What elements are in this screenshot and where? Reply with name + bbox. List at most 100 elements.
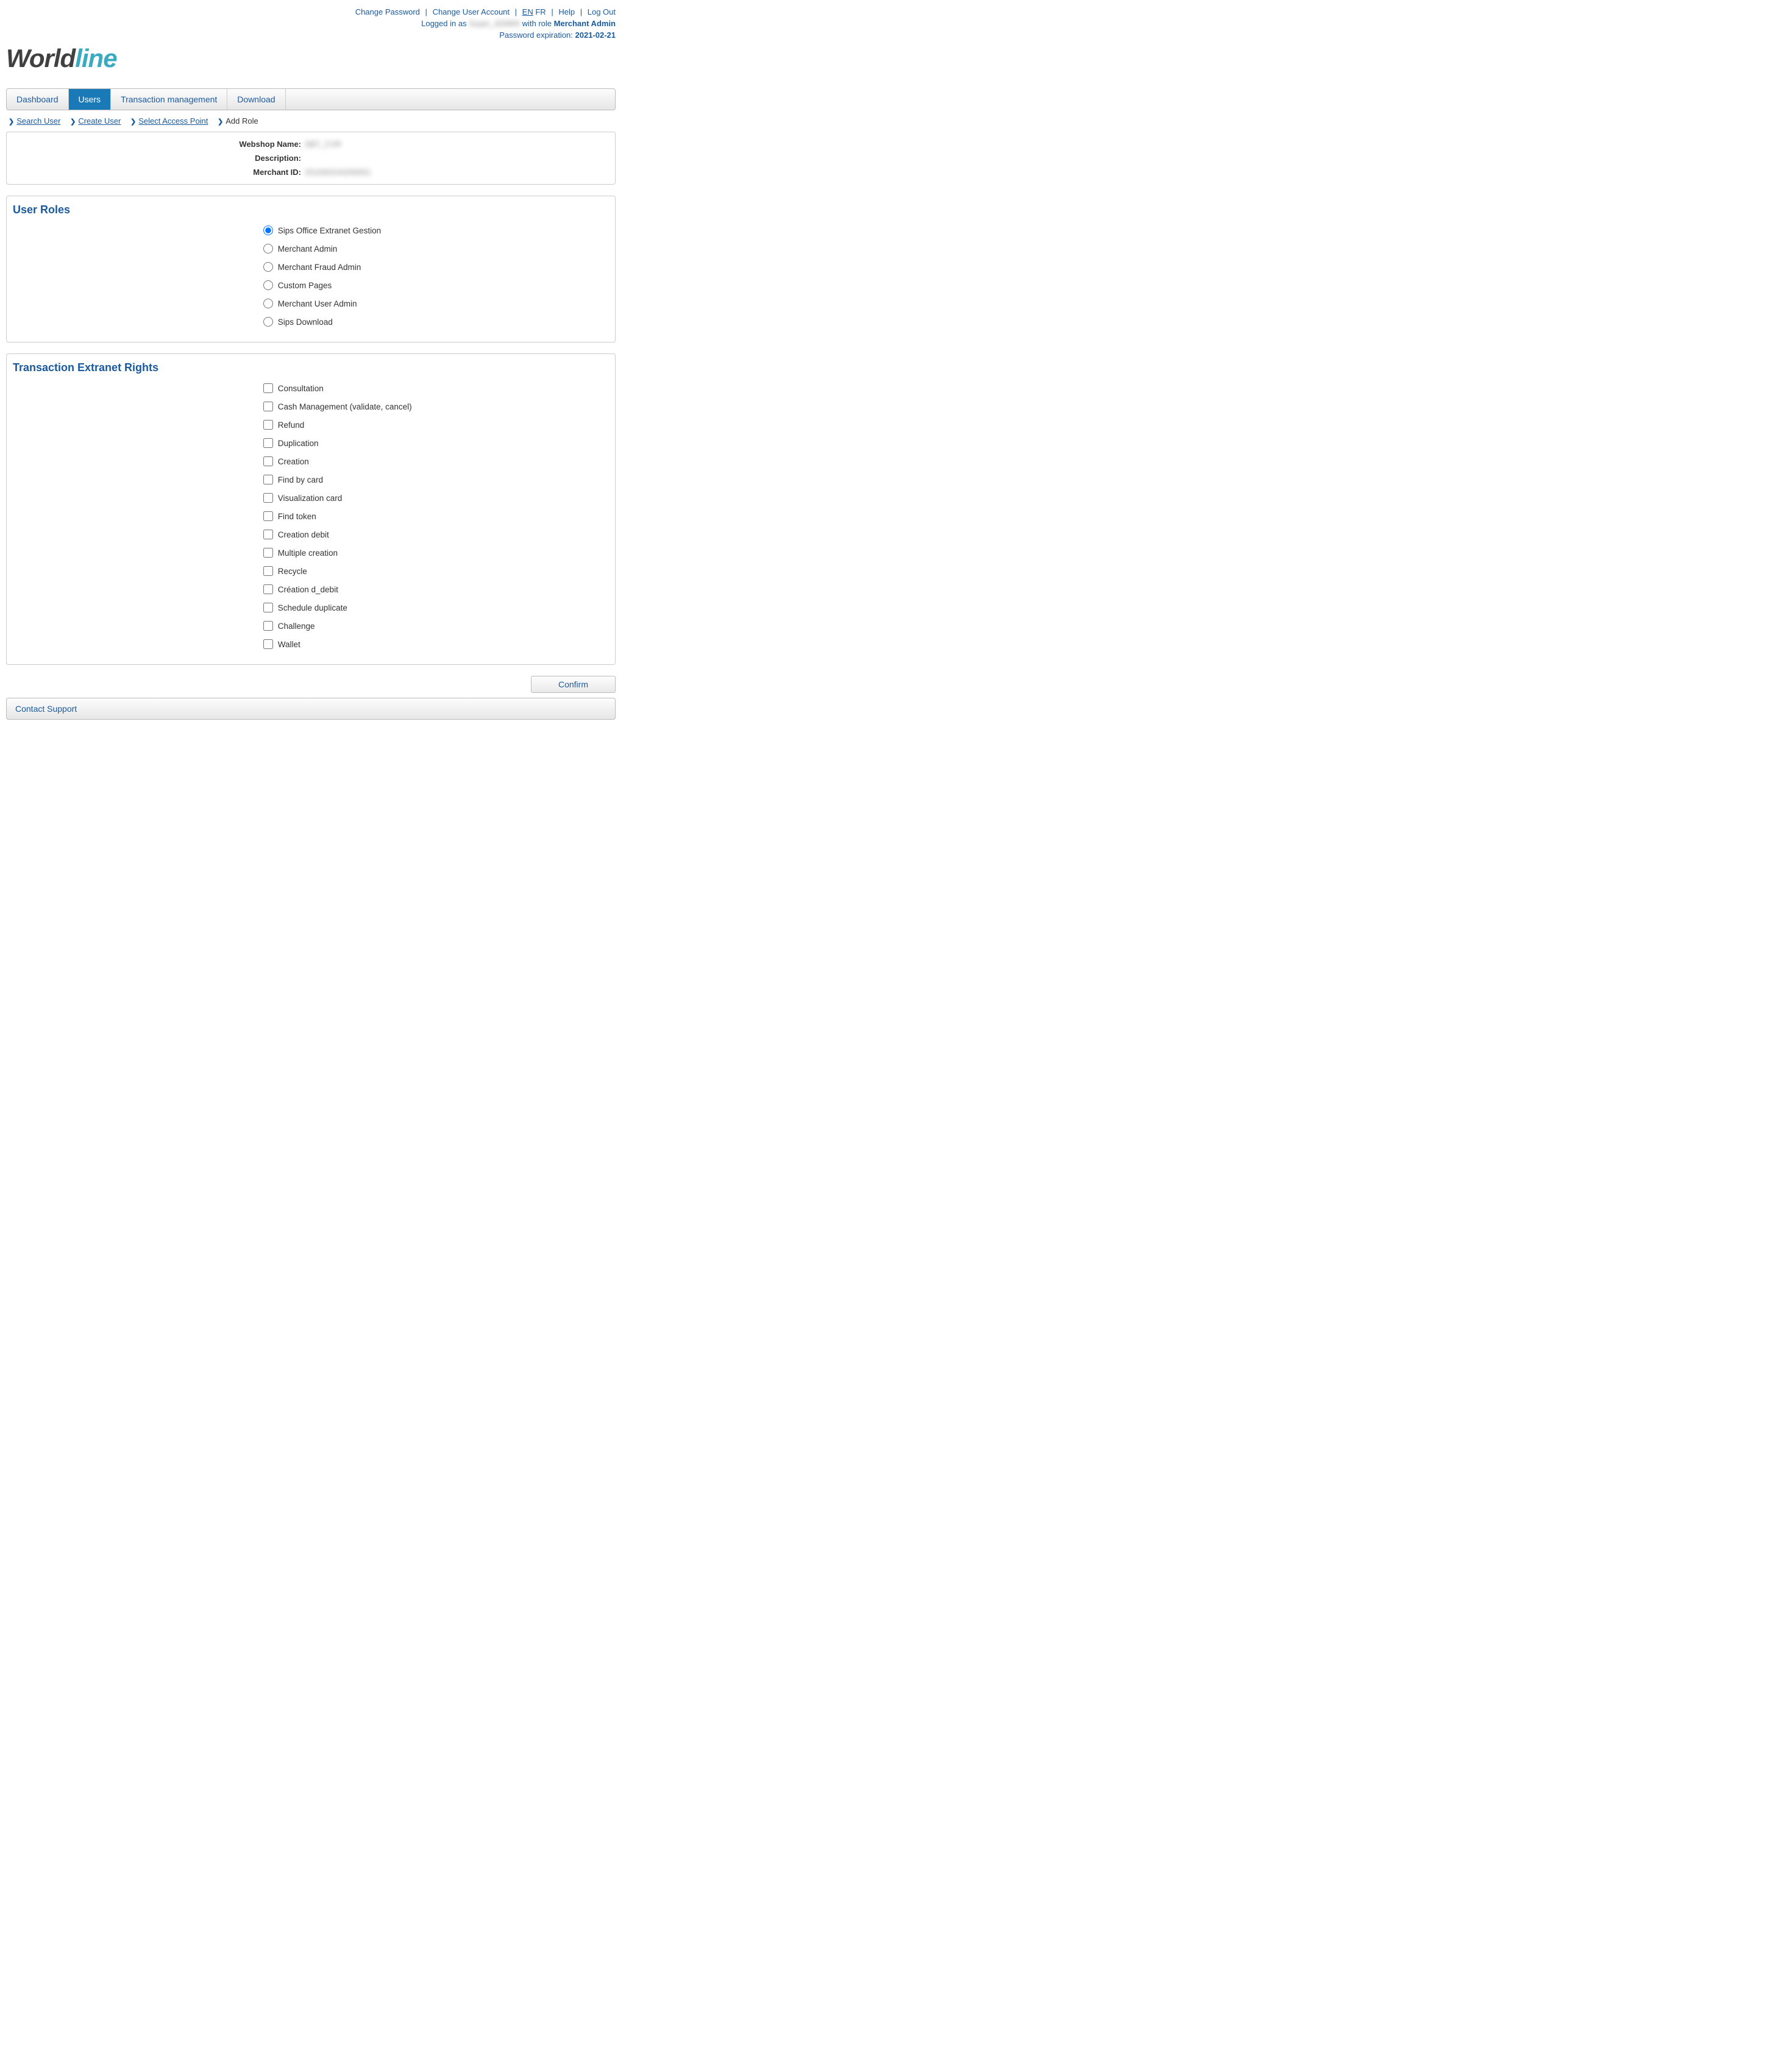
breadcrumb: ❯Search User ❯Create User ❯Select Access… <box>6 110 616 132</box>
logged-in-prefix: Logged in as <box>421 19 469 28</box>
merchant-id-label: Merchant ID: <box>7 168 305 177</box>
right-label[interactable]: Schedule duplicate <box>278 603 347 612</box>
right-option: Refund <box>263 416 609 434</box>
separator: | <box>425 7 427 16</box>
right-option: Recycle <box>263 562 609 580</box>
footer-bar: Contact Support <box>6 698 616 720</box>
right-checkbox[interactable] <box>263 548 273 558</box>
right-label[interactable]: Consultation <box>278 384 324 393</box>
right-checkbox[interactable] <box>263 584 273 594</box>
breadcrumb-create-user[interactable]: Create User <box>78 116 121 126</box>
separator: | <box>551 7 553 16</box>
right-checkbox[interactable] <box>263 621 273 631</box>
main-tabs: Dashboard Users Transaction management D… <box>6 88 616 110</box>
tab-transaction-management[interactable]: Transaction management <box>111 89 227 110</box>
right-label[interactable]: Find token <box>278 512 316 521</box>
role-label[interactable]: Sips Office Extranet Gestion <box>278 226 381 235</box>
right-label[interactable]: Wallet <box>278 640 300 649</box>
contact-support-link[interactable]: Contact Support <box>15 704 77 714</box>
logout-link[interactable]: Log Out <box>588 7 616 16</box>
right-label[interactable]: Multiple creation <box>278 548 338 558</box>
right-option: Find token <box>263 507 609 525</box>
right-checkbox[interactable] <box>263 639 273 649</box>
logged-in-mid: with role <box>520 19 554 28</box>
right-checkbox[interactable] <box>263 402 273 411</box>
role-label[interactable]: Merchant User Admin <box>278 299 357 308</box>
role-radio[interactable] <box>263 262 273 272</box>
confirm-button[interactable]: Confirm <box>531 676 616 693</box>
lang-fr-link[interactable]: FR <box>535 7 546 16</box>
right-checkbox[interactable] <box>263 420 273 430</box>
role-option: Sips Download <box>263 313 609 331</box>
role-radio[interactable] <box>263 280 273 290</box>
right-checkbox[interactable] <box>263 566 273 576</box>
right-option: Cash Management (validate, cancel) <box>263 397 609 416</box>
right-option: Consultation <box>263 379 609 397</box>
right-checkbox[interactable] <box>263 493 273 503</box>
chevron-right-icon: ❯ <box>70 118 76 126</box>
transaction-rights-panel: Transaction Extranet Rights Consultation… <box>6 353 616 665</box>
right-option: Creation debit <box>263 525 609 544</box>
right-checkbox[interactable] <box>263 383 273 393</box>
chevron-right-icon: ❯ <box>218 118 223 126</box>
role-label[interactable]: Merchant Fraud Admin <box>278 263 361 272</box>
right-label[interactable]: Creation debit <box>278 530 329 539</box>
tab-download[interactable]: Download <box>227 89 285 110</box>
pwd-exp-date: 2021-02-21 <box>575 30 616 40</box>
description-value <box>305 154 615 163</box>
role-radio[interactable] <box>263 244 273 254</box>
webshop-name-label: Webshop Name: <box>7 140 305 149</box>
tab-dashboard[interactable]: Dashboard <box>7 89 69 110</box>
right-option: Visualization card <box>263 489 609 507</box>
right-checkbox[interactable] <box>263 603 273 612</box>
right-label[interactable]: Création d_debit <box>278 585 338 594</box>
user-roles-title: User Roles <box>13 204 609 216</box>
breadcrumb-select-access-point[interactable]: Select Access Point <box>138 116 208 126</box>
description-label: Description: <box>7 154 305 163</box>
right-option: Multiple creation <box>263 544 609 562</box>
help-link[interactable]: Help <box>558 7 575 16</box>
transaction-rights-title: Transaction Extranet Rights <box>13 361 609 374</box>
right-label[interactable]: Find by card <box>278 475 323 484</box>
right-label[interactable]: Creation <box>278 457 309 466</box>
right-label[interactable]: Cash Management (validate, cancel) <box>278 402 412 411</box>
right-checkbox[interactable] <box>263 530 273 539</box>
right-option: Find by card <box>263 470 609 489</box>
role-label[interactable]: Merchant Admin <box>278 244 338 254</box>
logo: Worldline <box>6 44 616 73</box>
role-radio[interactable] <box>263 317 273 327</box>
role-label[interactable]: Sips Download <box>278 318 333 327</box>
role-radio[interactable] <box>263 225 273 235</box>
right-option: Création d_debit <box>263 580 609 598</box>
right-label[interactable]: Duplication <box>278 439 319 448</box>
role-option: Merchant User Admin <box>263 294 609 313</box>
right-checkbox[interactable] <box>263 511 273 521</box>
right-option: Duplication <box>263 434 609 452</box>
role-radio[interactable] <box>263 299 273 308</box>
right-checkbox[interactable] <box>263 438 273 448</box>
chevron-right-icon: ❯ <box>130 118 136 126</box>
chevron-right-icon: ❯ <box>9 118 14 126</box>
change-account-link[interactable]: Change User Account <box>433 7 510 16</box>
change-password-link[interactable]: Change Password <box>355 7 420 16</box>
right-option: Wallet <box>263 635 609 653</box>
role-option: Merchant Admin <box>263 239 609 258</box>
right-label[interactable]: Recycle <box>278 567 307 576</box>
role-label[interactable]: Custom Pages <box>278 281 332 290</box>
right-label[interactable]: Visualization card <box>278 494 343 503</box>
lang-en-link[interactable]: EN <box>522 7 533 16</box>
tab-users[interactable]: Users <box>69 89 112 110</box>
right-checkbox[interactable] <box>263 456 273 466</box>
breadcrumb-add-role: Add Role <box>226 116 258 126</box>
right-option: Schedule duplicate <box>263 598 609 617</box>
right-checkbox[interactable] <box>263 475 273 484</box>
role-option: Merchant Fraud Admin <box>263 258 609 276</box>
merchant-id-value: 201000243200001 <box>305 168 615 177</box>
right-label[interactable]: Challenge <box>278 622 315 631</box>
webshop-name-value: SBT_CVR <box>305 140 615 149</box>
separator: | <box>515 7 517 16</box>
breadcrumb-search-user[interactable]: Search User <box>16 116 60 126</box>
logged-in-user: Super_ADMIN <box>469 19 520 28</box>
info-panel: Webshop Name: SBT_CVR Description: Merch… <box>6 132 616 185</box>
right-label[interactable]: Refund <box>278 420 305 430</box>
